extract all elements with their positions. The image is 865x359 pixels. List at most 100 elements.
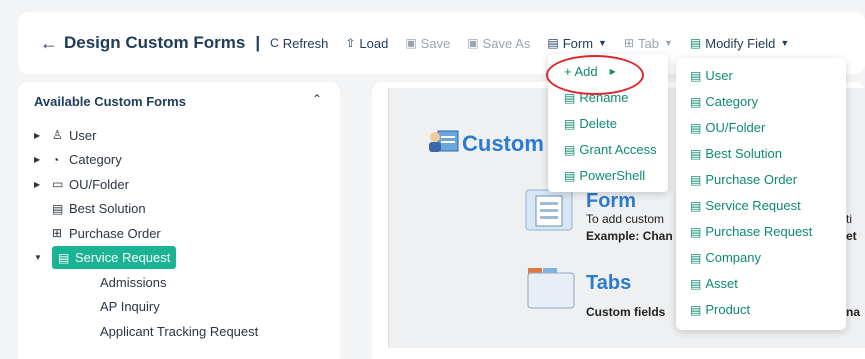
- tabs-section-heading: Tabs: [586, 272, 632, 294]
- purchase-icon: ⊞: [52, 226, 63, 241]
- tree-item-best-solution[interactable]: ▤ Best Solution: [34, 197, 334, 222]
- save-button[interactable]: ▣ Save: [405, 36, 450, 51]
- form-description-line: To add custom: [586, 212, 665, 226]
- panel-title: Available Custom Forms: [34, 94, 186, 109]
- submenu-item-category[interactable]: ▤ Category: [690, 94, 758, 109]
- form-add-icon: ▤: [690, 68, 702, 83]
- tree-child-label: AP Inquiry: [100, 299, 160, 315]
- form-illustration-icon: [525, 189, 573, 231]
- custom-forms-panel: Available Custom Forms ⌃ ▶ ♙ User ▶ ◔ Ca…: [18, 82, 340, 359]
- form-add-icon: ▤: [690, 146, 702, 161]
- form-example-fragment: et: [846, 229, 857, 243]
- tree-item-label: OU/Folder: [69, 176, 129, 192]
- tree-child-item[interactable]: Admissions: [34, 270, 334, 295]
- submenu-item-asset[interactable]: ▤ Asset: [690, 276, 738, 291]
- back-button[interactable]: ← Design Custom Forms: [40, 33, 245, 54]
- modify-field-caret-icon: ▼: [780, 38, 790, 48]
- refresh-label: Refresh: [282, 35, 329, 51]
- tree-item-user[interactable]: ▶ ♙ User: [34, 123, 334, 148]
- selected-item-pill[interactable]: ▤ Service Request: [52, 246, 177, 270]
- submenu-item-label: Purchase Request: [705, 224, 813, 239]
- tree-item-label: User: [69, 127, 97, 143]
- back-arrow-icon[interactable]: ←: [40, 33, 58, 54]
- expand-arrow-icon[interactable]: ▶: [34, 131, 52, 140]
- forms-tree: ▶ ♙ User ▶ ◔ Category ▶ ▭ OU/Folder ▤ Be…: [34, 123, 334, 344]
- submenu-item-service-request[interactable]: ▤ Service Request: [690, 198, 801, 213]
- submenu-item-label: Product: [705, 302, 751, 317]
- collapse-arrow-icon[interactable]: ▼: [34, 253, 52, 262]
- submenu-item-label: Service Request: [705, 198, 801, 213]
- tree-item-ou-folder[interactable]: ▶ ▭ OU/Folder: [34, 172, 334, 197]
- folder-icon: ▭: [52, 177, 64, 192]
- menu-item-label: PowerShell: [579, 168, 646, 183]
- custom-forms-icon: [429, 130, 459, 152]
- form-add-icon: ▤: [690, 276, 702, 291]
- tree-item-purchase-order[interactable]: ⊞ Purchase Order: [34, 221, 334, 246]
- modify-field-button[interactable]: ▤ Modify Field ▼: [690, 36, 789, 51]
- submenu-item-label: Purchase Order: [705, 172, 798, 187]
- submenu-item-purchase-order[interactable]: ▤ Purchase Order: [690, 172, 797, 187]
- custom-forms-heading: Custom I: [462, 131, 557, 156]
- submenu-item-label: Category: [705, 94, 759, 109]
- tab-caret-icon: ▼: [663, 38, 673, 48]
- tree-item-label: Best Solution: [69, 201, 146, 217]
- submenu-item-ou-folder[interactable]: ▤ OU/Folder: [690, 120, 765, 135]
- tabs-description-line: Custom fields: [586, 305, 666, 319]
- page: ← Design Custom Forms | C Refresh ⇧ Load…: [0, 0, 865, 359]
- load-button[interactable]: ⇧ Load: [345, 36, 388, 51]
- tree-item-category[interactable]: ▶ ◔ Category: [34, 148, 334, 173]
- tree-item-service-request[interactable]: ▼ ▤ Service Request: [34, 246, 334, 271]
- form-add-icon: ▤: [690, 224, 702, 239]
- submenu-item-label: User: [705, 68, 733, 83]
- tree-item-label: Purchase Order: [69, 225, 161, 241]
- submenu-item-label: Best Solution: [705, 146, 782, 161]
- menu-item-label: Delete: [579, 116, 617, 131]
- menu-item-icon: ▤: [564, 142, 576, 157]
- save-as-button[interactable]: ▣ Save As: [467, 36, 530, 51]
- save-as-label: Save As: [482, 35, 531, 51]
- tab-menu-button[interactable]: ⊞ Tab ▼: [624, 36, 673, 51]
- menu-item-label: Grant Access: [579, 142, 657, 157]
- menu-item-delete[interactable]: ▤ Delete: [564, 116, 617, 131]
- tree-child-item[interactable]: Applicant Tracking Request: [34, 319, 334, 344]
- menu-item-grant-access[interactable]: ▤ Grant Access: [564, 142, 657, 157]
- collapse-chevron-icon[interactable]: ⌃: [312, 92, 322, 106]
- expand-arrow-icon[interactable]: ▶: [34, 180, 52, 189]
- refresh-button[interactable]: C Refresh: [270, 36, 328, 51]
- tree-item-label: Service Request: [75, 250, 171, 266]
- expand-arrow-icon[interactable]: ▶: [34, 155, 52, 164]
- save-label: Save: [420, 35, 451, 51]
- refresh-icon: C: [270, 36, 279, 50]
- form-section-heading: Form: [586, 190, 636, 212]
- submenu-item-purchase-request[interactable]: ▤ Purchase Request: [690, 224, 812, 239]
- save-icon: ▣: [405, 36, 417, 50]
- tree-child-label: Applicant Tracking Request: [100, 323, 259, 339]
- save-as-icon: ▣: [467, 36, 479, 50]
- tree-child-item[interactable]: AP Inquiry: [34, 295, 334, 320]
- title-separator: |: [255, 33, 261, 52]
- submenu-item-best-solution[interactable]: ▤ Best Solution: [690, 146, 782, 161]
- submenu-item-product[interactable]: ▤ Product: [690, 302, 750, 317]
- form-add-icon: ▤: [690, 250, 702, 265]
- submenu-item-label: Asset: [705, 276, 738, 291]
- form-add-icon: ▤: [690, 198, 702, 213]
- form-caret-icon: ▼: [598, 38, 607, 48]
- submenu-item-label: OU/Folder: [705, 120, 766, 135]
- form-add-icon: ▤: [690, 120, 702, 135]
- form-menu-button[interactable]: ▤ Form ▼: [547, 36, 607, 51]
- submenu-item-user[interactable]: ▤ User: [690, 68, 733, 83]
- submenu-item-company[interactable]: ▤ Company: [690, 250, 761, 265]
- form-description-fragment: ti: [846, 212, 852, 226]
- page-title: Design Custom Forms: [64, 33, 246, 52]
- category-icon: ◔: [52, 152, 60, 167]
- load-icon: ⇧: [345, 36, 356, 50]
- form-add-icon: ▤: [690, 302, 702, 317]
- tree-item-label: Category: [69, 152, 122, 168]
- tree-child-label: Admissions: [100, 274, 167, 290]
- document-icon: ▤: [52, 201, 64, 216]
- menu-item-powershell[interactable]: ▤ PowerShell: [564, 168, 645, 183]
- add-submenu: ▤ User ▤ Category ▤ OU/Folder ▤ Best Sol…: [676, 58, 846, 330]
- tabs-description-fragment: na: [846, 305, 861, 319]
- form-icon: ▤: [547, 36, 559, 50]
- menu-item-icon: ▤: [564, 116, 576, 131]
